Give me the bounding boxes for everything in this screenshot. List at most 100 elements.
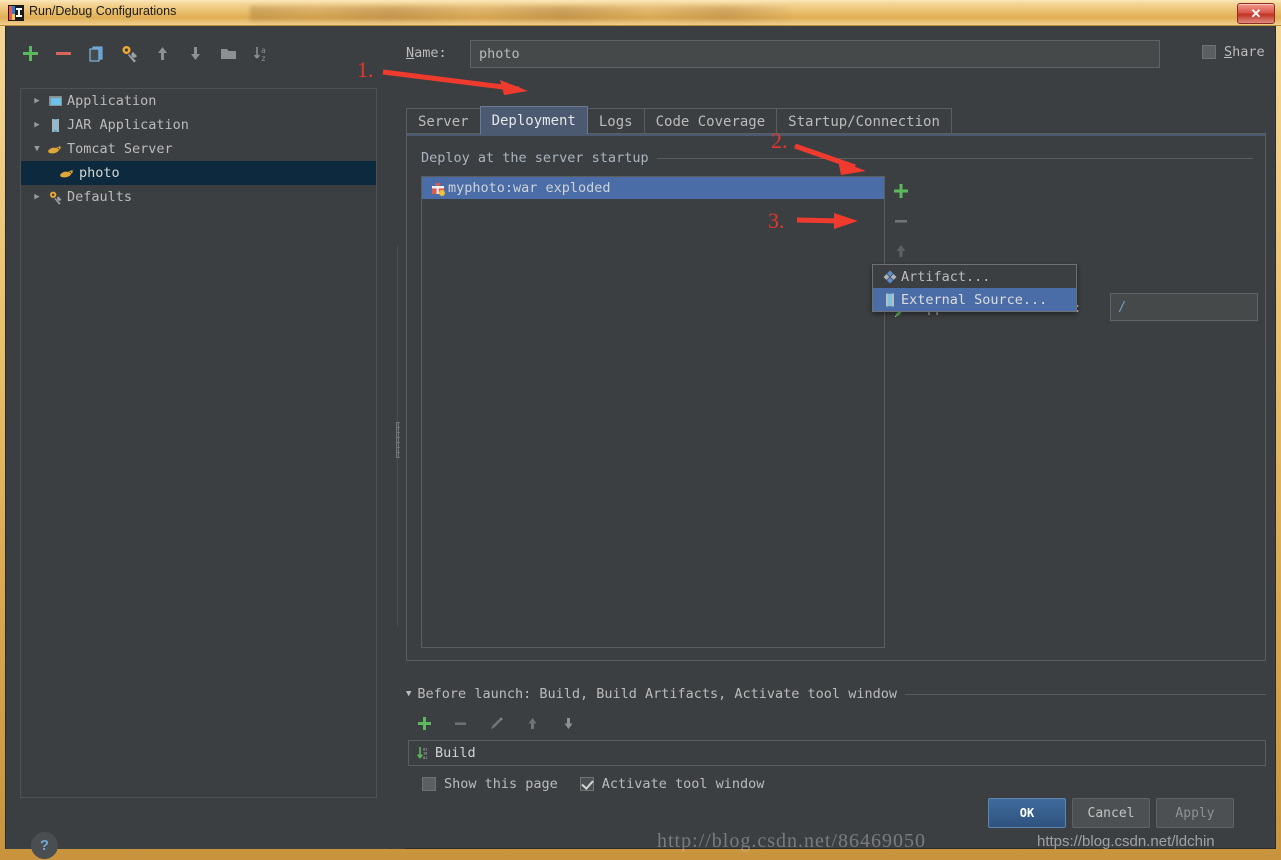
name-label: Name: [406,45,447,61]
title-bar: Run/Debug Configurations ✕ [0,0,1281,26]
share-checkbox-group[interactable]: Share [1202,44,1265,60]
close-button[interactable]: ✕ [1237,3,1275,24]
tomcat-icon [57,166,77,180]
share-label: Share [1224,44,1265,60]
chevron-right-icon[interactable]: ▶ [29,192,45,202]
menu-item-external-source[interactable]: External Source... [873,288,1076,311]
dialog-buttons: OK Cancel Apply [988,798,1234,828]
group-divider [904,693,1266,695]
before-launch-header[interactable]: ▼ Before launch: Build, Build Artifacts,… [406,686,1266,702]
remove-before-launch-task-button[interactable] [450,713,470,733]
tab-panel-accent-line [407,134,1265,136]
annotation-number-3: 3. [768,208,785,233]
gear-wrench-icon [45,190,65,205]
editor-tabs[interactable]: Server Deployment Logs Code Coverage Sta… [406,106,952,134]
tab-deployment[interactable]: Deployment [479,106,588,134]
deploy-group-title: Deploy at the server startup [421,150,1253,166]
tree-item-label: Tomcat Server [67,141,173,157]
watermark-secondary: https://blog.csdn.net/ldchin [1037,833,1215,850]
before-launch-task-list[interactable]: 01 10 01 Build [408,740,1266,766]
gear-wrench-icon[interactable] [119,43,140,64]
annotation-number-2: 2. [771,128,788,153]
add-before-launch-task-button[interactable] [414,713,434,733]
before-launch-options: Show this page Activate tool window [422,776,764,792]
help-button[interactable]: ? [31,832,58,859]
watermark-primary: http://blog.csdn.net/86469050 [657,830,926,852]
move-deployment-up-button[interactable] [890,240,912,262]
tree-item-label: Application [67,93,157,109]
application-context-combobox[interactable]: ▼ [1110,293,1281,321]
dialog-body: a z ▶ Application ▶ JAR Application ▼ To… [5,26,1281,859]
tab-server[interactable]: Server [406,108,481,134]
name-input[interactable] [470,40,1160,68]
intellij-idea-icon [8,5,24,21]
tree-item-label: JAR Application [67,117,189,133]
before-launch-label: Before launch: Build, Build Artifacts, A… [417,686,897,702]
tab-startup-connection[interactable]: Startup/Connection [776,108,952,134]
artifact-gift-icon [428,181,448,196]
build-icon: 01 10 01 [415,746,435,760]
tree-item-application[interactable]: ▶ Application [21,89,376,113]
tab-code-coverage[interactable]: Code Coverage [643,108,778,134]
tree-item-jar-application[interactable]: ▶ JAR Application [21,113,376,137]
show-this-page-checkbox-group[interactable]: Show this page [422,776,558,792]
artifact-diamond-icon [879,270,901,284]
external-source-icon [879,293,901,307]
deployment-tab-panel: Deploy at the server startup myphoto:war… [406,133,1281,661]
window-frame: Run/Debug Configurations ✕ a z ▶ Applica… [0,0,1281,860]
chevron-down-icon[interactable]: ▼ [406,689,411,699]
edit-before-launch-task-button[interactable] [486,713,506,733]
add-deployment-popup-menu[interactable]: Artifact... External Source... [872,264,1077,312]
move-task-up-button[interactable] [522,713,542,733]
deployment-list[interactable]: myphoto:war exploded [421,176,885,648]
ok-button[interactable]: OK [988,798,1066,828]
add-configuration-button[interactable] [20,43,41,64]
cancel-button[interactable]: Cancel [1072,798,1150,828]
sidebar-toolbar: a z [20,38,272,68]
run-debug-configurations-window: Run/Debug Configurations ✕ a z ▶ Applica… [0,0,1281,860]
remove-deployment-button[interactable] [890,210,912,232]
configurations-tree[interactable]: ▶ Application ▶ JAR Application ▼ Tomcat… [20,88,377,798]
application-context-input[interactable] [1111,294,1281,320]
tab-logs[interactable]: Logs [586,108,645,134]
menu-item-label: Artifact... [901,268,991,285]
move-task-down-button[interactable] [558,713,578,733]
remove-configuration-button[interactable] [53,43,74,64]
configurations-sidebar: a z ▶ Application ▶ JAR Application ▼ To… [6,26,390,859]
activate-tool-window-checkbox[interactable] [579,777,594,791]
menu-item-artifact[interactable]: Artifact... [873,265,1076,288]
menu-item-label: External Source... [901,291,1048,308]
annotation-number-1: 1. [357,57,374,82]
before-launch-toolbar [414,713,578,733]
name-row: Name: Share [406,40,1266,68]
share-checkbox[interactable] [1202,45,1216,59]
arrow-up-icon[interactable] [152,43,173,64]
tree-item-tomcat-server[interactable]: ▼ Tomcat Server [21,137,376,161]
window-title: Run/Debug Configurations [29,4,177,18]
tomcat-icon [45,142,65,156]
activate-tool-window-checkbox-group[interactable]: Activate tool window [579,776,765,792]
show-this-page-checkbox[interactable] [422,777,436,791]
tree-item-defaults[interactable]: ▶ Defaults [21,185,376,209]
tree-item-label: Defaults [67,189,133,205]
configuration-editor: Name: Share Server Deployment Logs Code … [400,26,1281,849]
deploy-group-label: Deploy at the server startup [421,150,649,166]
add-deployment-button[interactable] [890,180,912,202]
copy-icon[interactable] [86,43,107,64]
tree-item-photo[interactable]: photo [21,161,376,185]
deployment-list-item[interactable]: myphoto:war exploded [422,177,884,199]
arrow-down-icon[interactable] [185,43,206,64]
apply-button[interactable]: Apply [1156,798,1234,828]
tree-item-label: photo [79,165,120,181]
chevron-down-icon[interactable]: ▼ [29,144,45,154]
chevron-right-icon[interactable]: ▶ [29,120,45,130]
folder-icon[interactable] [218,43,239,64]
deployment-toolbar [886,176,916,648]
svg-text:z: z [261,54,266,63]
activate-tool-window-label: Activate tool window [601,776,765,792]
jar-icon [45,118,65,133]
deployment-item-label: myphoto:war exploded [448,180,611,196]
chevron-right-icon[interactable]: ▶ [29,96,45,106]
show-this-page-label: Show this page [444,776,558,792]
sort-az-icon[interactable]: a z [251,43,272,64]
